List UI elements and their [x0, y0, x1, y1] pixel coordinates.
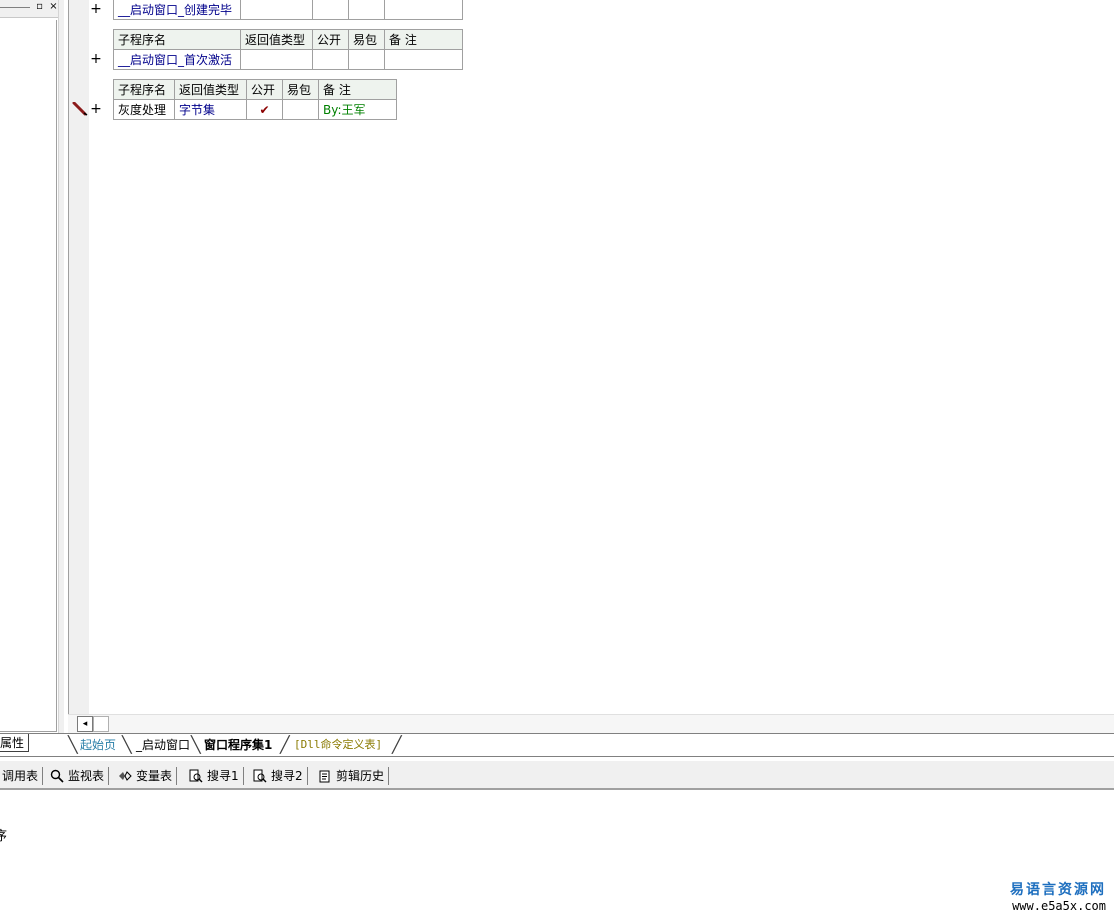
tab-startup-window[interactable]: _启动窗口 [130, 736, 196, 754]
subroutine-table: __启动窗口_创建完毕 [113, 0, 463, 20]
search2-button[interactable]: 搜寻2 [253, 767, 308, 785]
expand-toggle[interactable]: + [90, 51, 102, 67]
tab-window-program-set[interactable]: 窗口程序集1 [198, 736, 278, 754]
call-table-label: 调用表 [2, 769, 39, 783]
watermark-url: www.e5a5x.com [1012, 899, 1106, 913]
watch-table-button[interactable]: 监视表 [50, 767, 110, 785]
search-doc-icon [189, 769, 203, 783]
table-row[interactable]: __启动窗口_创建完毕 [113, 0, 463, 20]
header-name: 子程序名 [113, 79, 175, 100]
scroll-left-icon[interactable]: ◂ [77, 716, 93, 732]
left-panel-splitter[interactable] [58, 0, 64, 735]
note-cell[interactable]: By:王军 [318, 99, 397, 120]
table-header-row: 子程序名 返回值类型 公开 易包 备 注 [113, 79, 397, 100]
header-name: 子程序名 [113, 29, 241, 50]
watermark-title: 易语言资源网 [1010, 882, 1106, 898]
subroutine-table: 子程序名 返回值类型 公开 易包 备 注 __启动窗口_首次激活 [113, 29, 463, 70]
header-note: 备 注 [318, 79, 397, 100]
call-table-button[interactable]: 调用表 [2, 767, 44, 785]
table-row[interactable]: __启动窗口_首次激活 [113, 49, 463, 70]
header-note: 备 注 [384, 29, 463, 50]
header-easy-pkg: 易包 [348, 29, 385, 50]
easy-pkg-cell[interactable] [348, 49, 385, 70]
table-row[interactable]: 灰度处理 字节集 ✔ By:王军 [113, 99, 397, 120]
public-cell[interactable] [312, 49, 349, 70]
variable-table-label: 变量表 [136, 769, 173, 783]
header-public: 公开 [312, 29, 349, 50]
search2-label: 搜寻2 [271, 769, 303, 783]
bottom-toolbar: 调用表 监视表 变量表 搜寻1 搜寻2 剪辑历史 [0, 760, 1114, 790]
public-cell[interactable] [312, 0, 349, 20]
variables-icon [119, 771, 132, 781]
tab-properties[interactable]: 属性 [0, 734, 30, 752]
tab-divider: ╱ [392, 735, 402, 754]
header-easy-pkg: 易包 [282, 79, 319, 100]
easy-pkg-cell[interactable] [282, 99, 319, 120]
variable-table-button[interactable]: 变量表 [118, 767, 178, 785]
subroutine-name-cell[interactable]: __启动窗口_首次激活 [113, 49, 241, 70]
return-type-cell[interactable] [240, 49, 313, 70]
left-panel: ▫ × [0, 0, 64, 735]
header-return-type: 返回值类型 [240, 29, 313, 50]
tab-start-page[interactable]: 起始页 [74, 736, 122, 754]
clipboard-icon [319, 770, 330, 783]
tab-strip: 属性 ╲ 起始页 ╲ _启动窗口 ╲ 窗口程序集1 ╱ [Dll命令定义表] ╱ [0, 733, 1114, 757]
note-cell[interactable] [384, 49, 463, 70]
return-type-cell[interactable]: 字节集 [174, 99, 247, 120]
public-check-icon[interactable]: ✔ [246, 99, 283, 120]
subroutine-table: 子程序名 返回值类型 公开 易包 备 注 灰度处理 字节集 ✔ By:王军 [113, 79, 397, 120]
output-panel[interactable]: 序 [0, 792, 1114, 915]
scroll-thumb[interactable] [93, 716, 109, 732]
pen-icon [72, 102, 88, 116]
expand-toggle[interactable]: + [90, 1, 102, 17]
search-doc-icon [253, 769, 267, 783]
titlebar-grip [0, 7, 30, 8]
subroutine-name-cell[interactable]: 灰度处理 [113, 99, 175, 120]
restore-icon[interactable]: ▫ [34, 2, 45, 13]
search1-button[interactable]: 搜寻1 [189, 767, 244, 785]
header-return-type: 返回值类型 [174, 79, 247, 100]
subroutine-name-cell[interactable]: __启动窗口_创建完毕 [113, 0, 241, 20]
table-header-row: 子程序名 返回值类型 公开 易包 备 注 [113, 29, 463, 50]
clip-history-button[interactable]: 剪辑历史 [318, 767, 390, 785]
left-panel-titlebar: ▫ × [0, 0, 64, 18]
horizontal-scrollbar[interactable]: ◂ [68, 714, 1114, 733]
magnifier-icon [50, 769, 64, 783]
tab-dll-command-table[interactable]: [Dll命令定义表] [288, 736, 388, 754]
easy-pkg-cell[interactable] [348, 0, 385, 20]
watch-table-label: 监视表 [68, 769, 105, 783]
output-text: 序 [0, 829, 8, 844]
left-panel-content [0, 20, 57, 732]
clip-history-label: 剪辑历史 [336, 769, 385, 783]
expand-toggle[interactable]: + [90, 101, 102, 117]
watermark: 易语言资源网 www.e5a5x.com [1010, 879, 1106, 913]
search1-label: 搜寻1 [207, 769, 239, 783]
return-type-cell[interactable] [240, 0, 313, 20]
note-cell[interactable] [384, 0, 463, 20]
header-public: 公开 [246, 79, 283, 100]
